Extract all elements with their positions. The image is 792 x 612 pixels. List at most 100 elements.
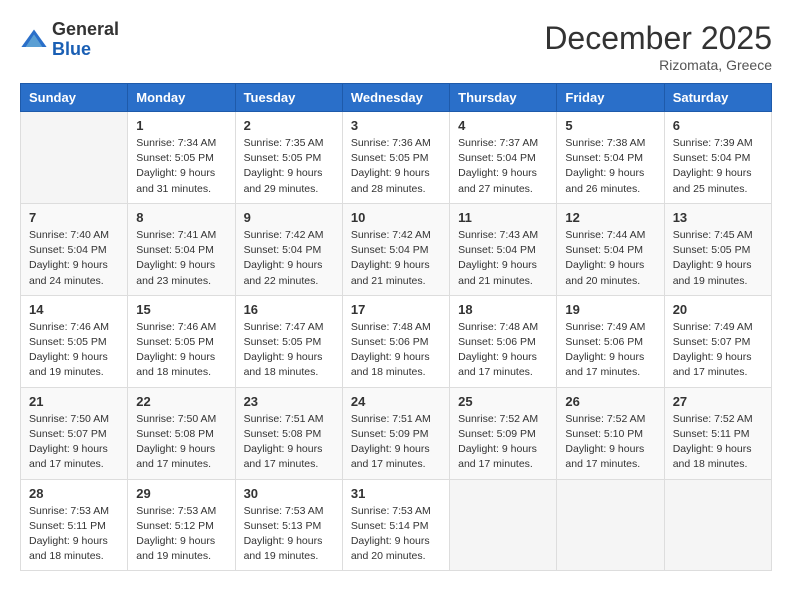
day-number: 17	[351, 302, 441, 317]
month-title: December 2025	[544, 20, 772, 57]
calendar-cell: 28 Sunrise: 7:53 AMSunset: 5:11 PMDaylig…	[21, 479, 128, 571]
calendar-cell: 29 Sunrise: 7:53 AMSunset: 5:12 PMDaylig…	[128, 479, 235, 571]
logo-text-general: General	[52, 19, 119, 39]
day-number: 9	[244, 210, 334, 225]
day-number: 11	[458, 210, 548, 225]
day-info: Sunrise: 7:39 AMSunset: 5:04 PMDaylight:…	[673, 136, 763, 197]
day-number: 7	[29, 210, 119, 225]
day-number: 13	[673, 210, 763, 225]
calendar-week-row: 14 Sunrise: 7:46 AMSunset: 5:05 PMDaylig…	[21, 295, 772, 387]
calendar-cell: 15 Sunrise: 7:46 AMSunset: 5:05 PMDaylig…	[128, 295, 235, 387]
day-info: Sunrise: 7:53 AMSunset: 5:13 PMDaylight:…	[244, 504, 334, 565]
day-info: Sunrise: 7:50 AMSunset: 5:08 PMDaylight:…	[136, 412, 226, 473]
day-number: 6	[673, 118, 763, 133]
day-number: 31	[351, 486, 441, 501]
day-number: 10	[351, 210, 441, 225]
calendar-cell: 23 Sunrise: 7:51 AMSunset: 5:08 PMDaylig…	[235, 387, 342, 479]
calendar-cell: 13 Sunrise: 7:45 AMSunset: 5:05 PMDaylig…	[664, 203, 771, 295]
day-number: 29	[136, 486, 226, 501]
weekday-header-tuesday: Tuesday	[235, 84, 342, 112]
calendar-cell: 4 Sunrise: 7:37 AMSunset: 5:04 PMDayligh…	[450, 112, 557, 204]
calendar-cell: 24 Sunrise: 7:51 AMSunset: 5:09 PMDaylig…	[342, 387, 449, 479]
calendar-cell: 19 Sunrise: 7:49 AMSunset: 5:06 PMDaylig…	[557, 295, 664, 387]
day-number: 15	[136, 302, 226, 317]
day-info: Sunrise: 7:41 AMSunset: 5:04 PMDaylight:…	[136, 228, 226, 289]
day-number: 4	[458, 118, 548, 133]
day-info: Sunrise: 7:42 AMSunset: 5:04 PMDaylight:…	[351, 228, 441, 289]
calendar-cell: 26 Sunrise: 7:52 AMSunset: 5:10 PMDaylig…	[557, 387, 664, 479]
day-number: 30	[244, 486, 334, 501]
day-number: 20	[673, 302, 763, 317]
logo-text-blue: Blue	[52, 39, 91, 59]
calendar-cell: 12 Sunrise: 7:44 AMSunset: 5:04 PMDaylig…	[557, 203, 664, 295]
calendar-cell	[21, 112, 128, 204]
weekday-header-friday: Friday	[557, 84, 664, 112]
calendar-week-row: 1 Sunrise: 7:34 AMSunset: 5:05 PMDayligh…	[21, 112, 772, 204]
day-info: Sunrise: 7:53 AMSunset: 5:12 PMDaylight:…	[136, 504, 226, 565]
calendar-week-row: 7 Sunrise: 7:40 AMSunset: 5:04 PMDayligh…	[21, 203, 772, 295]
day-info: Sunrise: 7:43 AMSunset: 5:04 PMDaylight:…	[458, 228, 548, 289]
day-info: Sunrise: 7:50 AMSunset: 5:07 PMDaylight:…	[29, 412, 119, 473]
calendar-cell: 20 Sunrise: 7:49 AMSunset: 5:07 PMDaylig…	[664, 295, 771, 387]
day-info: Sunrise: 7:53 AMSunset: 5:14 PMDaylight:…	[351, 504, 441, 565]
calendar-cell: 6 Sunrise: 7:39 AMSunset: 5:04 PMDayligh…	[664, 112, 771, 204]
day-info: Sunrise: 7:52 AMSunset: 5:10 PMDaylight:…	[565, 412, 655, 473]
page-header: General Blue December 2025 Rizomata, Gre…	[20, 20, 772, 73]
day-info: Sunrise: 7:49 AMSunset: 5:06 PMDaylight:…	[565, 320, 655, 381]
calendar-cell: 14 Sunrise: 7:46 AMSunset: 5:05 PMDaylig…	[21, 295, 128, 387]
day-info: Sunrise: 7:49 AMSunset: 5:07 PMDaylight:…	[673, 320, 763, 381]
weekday-header-monday: Monday	[128, 84, 235, 112]
calendar-cell: 7 Sunrise: 7:40 AMSunset: 5:04 PMDayligh…	[21, 203, 128, 295]
day-info: Sunrise: 7:35 AMSunset: 5:05 PMDaylight:…	[244, 136, 334, 197]
calendar-cell	[450, 479, 557, 571]
day-info: Sunrise: 7:51 AMSunset: 5:08 PMDaylight:…	[244, 412, 334, 473]
calendar-cell: 16 Sunrise: 7:47 AMSunset: 5:05 PMDaylig…	[235, 295, 342, 387]
day-info: Sunrise: 7:45 AMSunset: 5:05 PMDaylight:…	[673, 228, 763, 289]
weekday-header-saturday: Saturday	[664, 84, 771, 112]
day-info: Sunrise: 7:36 AMSunset: 5:05 PMDaylight:…	[351, 136, 441, 197]
location: Rizomata, Greece	[544, 57, 772, 73]
calendar-cell: 8 Sunrise: 7:41 AMSunset: 5:04 PMDayligh…	[128, 203, 235, 295]
day-number: 1	[136, 118, 226, 133]
weekday-header-thursday: Thursday	[450, 84, 557, 112]
calendar-cell: 5 Sunrise: 7:38 AMSunset: 5:04 PMDayligh…	[557, 112, 664, 204]
calendar-cell: 3 Sunrise: 7:36 AMSunset: 5:05 PMDayligh…	[342, 112, 449, 204]
calendar-cell: 1 Sunrise: 7:34 AMSunset: 5:05 PMDayligh…	[128, 112, 235, 204]
day-info: Sunrise: 7:53 AMSunset: 5:11 PMDaylight:…	[29, 504, 119, 565]
calendar-cell: 25 Sunrise: 7:52 AMSunset: 5:09 PMDaylig…	[450, 387, 557, 479]
day-info: Sunrise: 7:34 AMSunset: 5:05 PMDaylight:…	[136, 136, 226, 197]
logo-icon	[20, 26, 48, 54]
day-number: 22	[136, 394, 226, 409]
calendar-cell: 2 Sunrise: 7:35 AMSunset: 5:05 PMDayligh…	[235, 112, 342, 204]
day-number: 12	[565, 210, 655, 225]
calendar-week-row: 28 Sunrise: 7:53 AMSunset: 5:11 PMDaylig…	[21, 479, 772, 571]
calendar-cell	[664, 479, 771, 571]
day-number: 25	[458, 394, 548, 409]
day-info: Sunrise: 7:44 AMSunset: 5:04 PMDaylight:…	[565, 228, 655, 289]
weekday-header-sunday: Sunday	[21, 84, 128, 112]
day-number: 5	[565, 118, 655, 133]
title-block: December 2025 Rizomata, Greece	[544, 20, 772, 73]
calendar-week-row: 21 Sunrise: 7:50 AMSunset: 5:07 PMDaylig…	[21, 387, 772, 479]
day-number: 23	[244, 394, 334, 409]
calendar-cell: 18 Sunrise: 7:48 AMSunset: 5:06 PMDaylig…	[450, 295, 557, 387]
day-info: Sunrise: 7:46 AMSunset: 5:05 PMDaylight:…	[136, 320, 226, 381]
day-number: 28	[29, 486, 119, 501]
calendar-cell: 10 Sunrise: 7:42 AMSunset: 5:04 PMDaylig…	[342, 203, 449, 295]
weekday-header-wednesday: Wednesday	[342, 84, 449, 112]
calendar-table: SundayMondayTuesdayWednesdayThursdayFrid…	[20, 83, 772, 571]
weekday-header-row: SundayMondayTuesdayWednesdayThursdayFrid…	[21, 84, 772, 112]
day-number: 26	[565, 394, 655, 409]
calendar-cell: 21 Sunrise: 7:50 AMSunset: 5:07 PMDaylig…	[21, 387, 128, 479]
logo: General Blue	[20, 20, 119, 60]
day-number: 14	[29, 302, 119, 317]
day-info: Sunrise: 7:37 AMSunset: 5:04 PMDaylight:…	[458, 136, 548, 197]
day-info: Sunrise: 7:52 AMSunset: 5:11 PMDaylight:…	[673, 412, 763, 473]
calendar-cell: 11 Sunrise: 7:43 AMSunset: 5:04 PMDaylig…	[450, 203, 557, 295]
calendar-cell: 22 Sunrise: 7:50 AMSunset: 5:08 PMDaylig…	[128, 387, 235, 479]
day-number: 18	[458, 302, 548, 317]
day-info: Sunrise: 7:48 AMSunset: 5:06 PMDaylight:…	[351, 320, 441, 381]
day-number: 2	[244, 118, 334, 133]
calendar-cell: 9 Sunrise: 7:42 AMSunset: 5:04 PMDayligh…	[235, 203, 342, 295]
day-info: Sunrise: 7:40 AMSunset: 5:04 PMDaylight:…	[29, 228, 119, 289]
